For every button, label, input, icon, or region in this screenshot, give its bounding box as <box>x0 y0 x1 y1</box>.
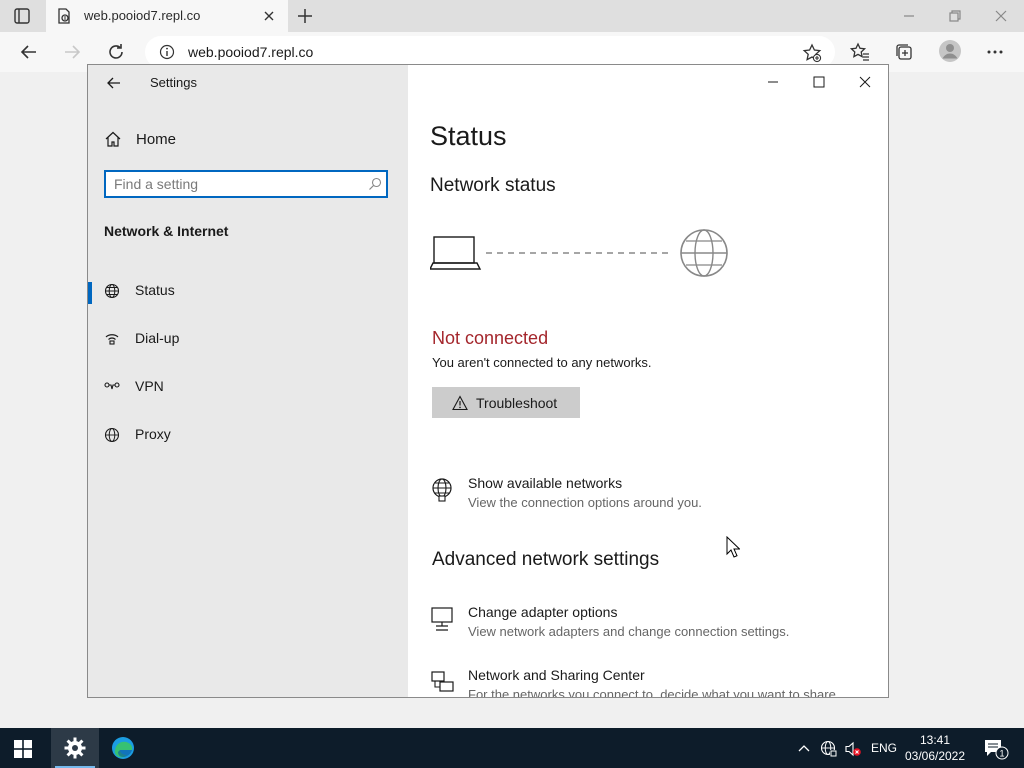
refresh-icon[interactable] <box>106 42 126 62</box>
globe-network-icon <box>104 283 120 299</box>
change-adapter-options-link[interactable]: Change adapter options View network adap… <box>430 604 870 644</box>
collections-icon[interactable] <box>894 42 914 62</box>
nav-item-dial-up[interactable]: Dial-up <box>88 319 408 359</box>
home-icon <box>104 130 122 148</box>
page-favicon-icon <box>56 8 72 24</box>
add-favorite-icon[interactable] <box>802 43 822 63</box>
favorites-icon[interactable] <box>850 42 870 62</box>
link-description: For the networks you connect to, decide … <box>468 687 840 698</box>
taskbar-clock[interactable]: 13:41 03/06/2022 <box>903 732 967 764</box>
search-input[interactable] <box>108 173 366 195</box>
tab-close-icon[interactable] <box>261 8 277 24</box>
address-text: web.pooiod7.repl.co <box>188 44 314 60</box>
tab-title: web.pooiod7.repl.co <box>84 8 201 23</box>
input-language-indicator[interactable]: ENG <box>871 741 897 755</box>
link-description: View network adapters and change connect… <box>468 624 790 639</box>
notification-count: 1 <box>999 749 1004 759</box>
taskbar-edge-app[interactable] <box>99 728 147 768</box>
globe-icon <box>104 427 120 443</box>
new-tab-icon[interactable] <box>296 7 314 25</box>
vpn-icon <box>104 379 120 395</box>
settings-sidebar: Settings Home Network & Internet Status <box>88 65 408 697</box>
page-title: Status <box>430 121 507 151</box>
browser-tab[interactable]: web.pooiod7.repl.co <box>46 0 288 32</box>
nav-item-label: Proxy <box>135 426 171 442</box>
forward-arrow-icon[interactable] <box>62 42 82 62</box>
section-title: Network & Internet <box>104 223 229 239</box>
connection-status-description: You aren't connected to any networks. <box>432 355 652 370</box>
advanced-settings-heading: Advanced network settings <box>432 549 660 570</box>
network-globe-tray-icon[interactable] <box>820 740 838 758</box>
nav-item-label: VPN <box>135 378 164 394</box>
network-sharing-center-link[interactable]: Network and Sharing Center For the netwo… <box>430 667 870 698</box>
link-description: View the connection options around you. <box>468 495 702 510</box>
profile-avatar-icon[interactable] <box>938 39 962 63</box>
browser-restore-icon[interactable] <box>947 8 963 24</box>
troubleshoot-label: Troubleshoot <box>476 395 558 411</box>
browser-minimize-icon[interactable] <box>901 8 917 24</box>
more-options-icon[interactable] <box>985 42 1005 62</box>
sharing-center-icon <box>430 669 456 695</box>
search-box[interactable] <box>104 170 388 198</box>
edge-browser-icon <box>111 736 135 760</box>
connection-status-text: Not connected <box>432 328 549 348</box>
network-adapter-icon <box>430 606 456 632</box>
network-status-diagram <box>430 225 730 285</box>
home-nav-item[interactable]: Home <box>104 129 364 157</box>
clock-date: 03/06/2022 <box>904 749 966 763</box>
laptop-icon <box>430 236 482 270</box>
back-icon[interactable] <box>106 75 122 91</box>
warning-icon <box>452 395 468 411</box>
window-close-icon[interactable] <box>858 75 872 89</box>
settings-content: Status Network status Not connected You <box>408 65 888 697</box>
window-minimize-icon[interactable] <box>766 75 780 89</box>
tab-actions-icon[interactable] <box>12 7 32 25</box>
link-title: Network and Sharing Center <box>468 667 645 683</box>
window-title: Settings <box>150 75 197 90</box>
site-info-icon[interactable] <box>159 44 175 60</box>
home-label: Home <box>136 131 177 148</box>
link-title: Show available networks <box>468 475 623 491</box>
nav-item-status[interactable]: Status <box>88 271 408 311</box>
nav-item-label: Dial-up <box>135 330 180 346</box>
show-available-networks-link[interactable]: Show available networks View the connect… <box>430 475 870 515</box>
window-maximize-icon[interactable] <box>812 75 826 89</box>
internet-globe-icon <box>680 229 728 277</box>
network-globe-icon <box>430 477 456 503</box>
volume-muted-icon[interactable] <box>844 740 862 758</box>
phone-icon <box>104 331 120 347</box>
action-center-notifications-icon[interactable]: 1 <box>983 738 1009 760</box>
network-status-heading: Network status <box>430 175 556 196</box>
nav-item-label: Status <box>135 282 175 298</box>
show-hidden-icons-chevron-up-icon[interactable] <box>797 740 811 756</box>
search-icon[interactable] <box>368 177 382 191</box>
browser-close-icon[interactable] <box>993 8 1009 24</box>
clock-time: 13:41 <box>919 733 951 747</box>
taskbar: ENG 13:41 03/06/2022 1 <box>0 728 1024 768</box>
gear-icon <box>63 736 87 760</box>
taskbar-settings-app[interactable] <box>51 728 99 768</box>
windows-start-icon[interactable] <box>14 740 32 758</box>
nav-item-proxy[interactable]: Proxy <box>88 415 408 455</box>
mouse-cursor-icon <box>726 536 740 558</box>
link-title: Change adapter options <box>468 604 618 620</box>
settings-window: Settings Home Network & Internet Status <box>87 64 889 698</box>
nav-item-vpn[interactable]: VPN <box>88 367 408 407</box>
browser-tab-strip: web.pooiod7.repl.co <box>0 0 1024 32</box>
troubleshoot-button[interactable]: Troubleshoot <box>432 387 580 418</box>
back-arrow-icon[interactable] <box>19 42 39 62</box>
